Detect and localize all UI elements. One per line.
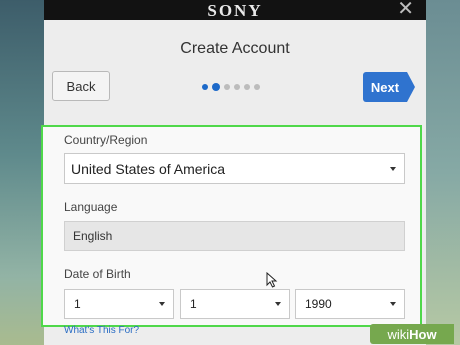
top-bar: SONY ✕: [44, 0, 426, 20]
next-button-arrow[interactable]: [407, 72, 415, 102]
step-dot: [234, 84, 240, 90]
country-select[interactable]: United States of America: [64, 153, 405, 184]
next-button[interactable]: Next: [363, 72, 407, 102]
sony-logo: SONY: [207, 1, 263, 20]
dob-label: Date of Birth: [64, 267, 131, 281]
dob-day-value: 1: [190, 297, 197, 311]
back-button[interactable]: Back: [52, 71, 110, 101]
watermark-part2: How: [409, 326, 437, 342]
close-icon[interactable]: ✕: [397, 0, 414, 19]
page-title: Create Account: [180, 40, 290, 57]
step-dot: [244, 84, 250, 90]
wikihow-watermark: wiki How: [370, 324, 454, 344]
chevron-down-icon: [390, 302, 396, 306]
dob-year-value: 1990: [305, 297, 332, 311]
dob-day-select[interactable]: 1: [180, 289, 290, 319]
step-dot: [254, 84, 260, 90]
dob-year-select[interactable]: 1990: [295, 289, 405, 319]
chevron-down-icon: [390, 166, 396, 171]
dob-month-select[interactable]: 1: [64, 289, 174, 319]
language-field: English: [64, 221, 405, 251]
country-value: United States of America: [71, 160, 226, 177]
step-dot: [224, 84, 230, 90]
chevron-down-icon: [159, 302, 165, 306]
background-left: [0, 0, 44, 345]
whats-this-for-link[interactable]: What's This For?: [64, 325, 139, 336]
dob-month-value: 1: [74, 297, 81, 311]
step-dot: [202, 84, 208, 90]
mouse-cursor-icon: [266, 272, 278, 288]
background-right: [420, 0, 460, 345]
step-indicator: [202, 82, 264, 92]
country-label: Country/Region: [64, 133, 148, 147]
watermark-part1: wiki: [387, 326, 410, 342]
language-label: Language: [64, 200, 118, 214]
chevron-down-icon: [275, 302, 281, 306]
account-form-highlight: Country/Region United States of America …: [41, 125, 422, 327]
step-dot-current: [212, 83, 220, 91]
